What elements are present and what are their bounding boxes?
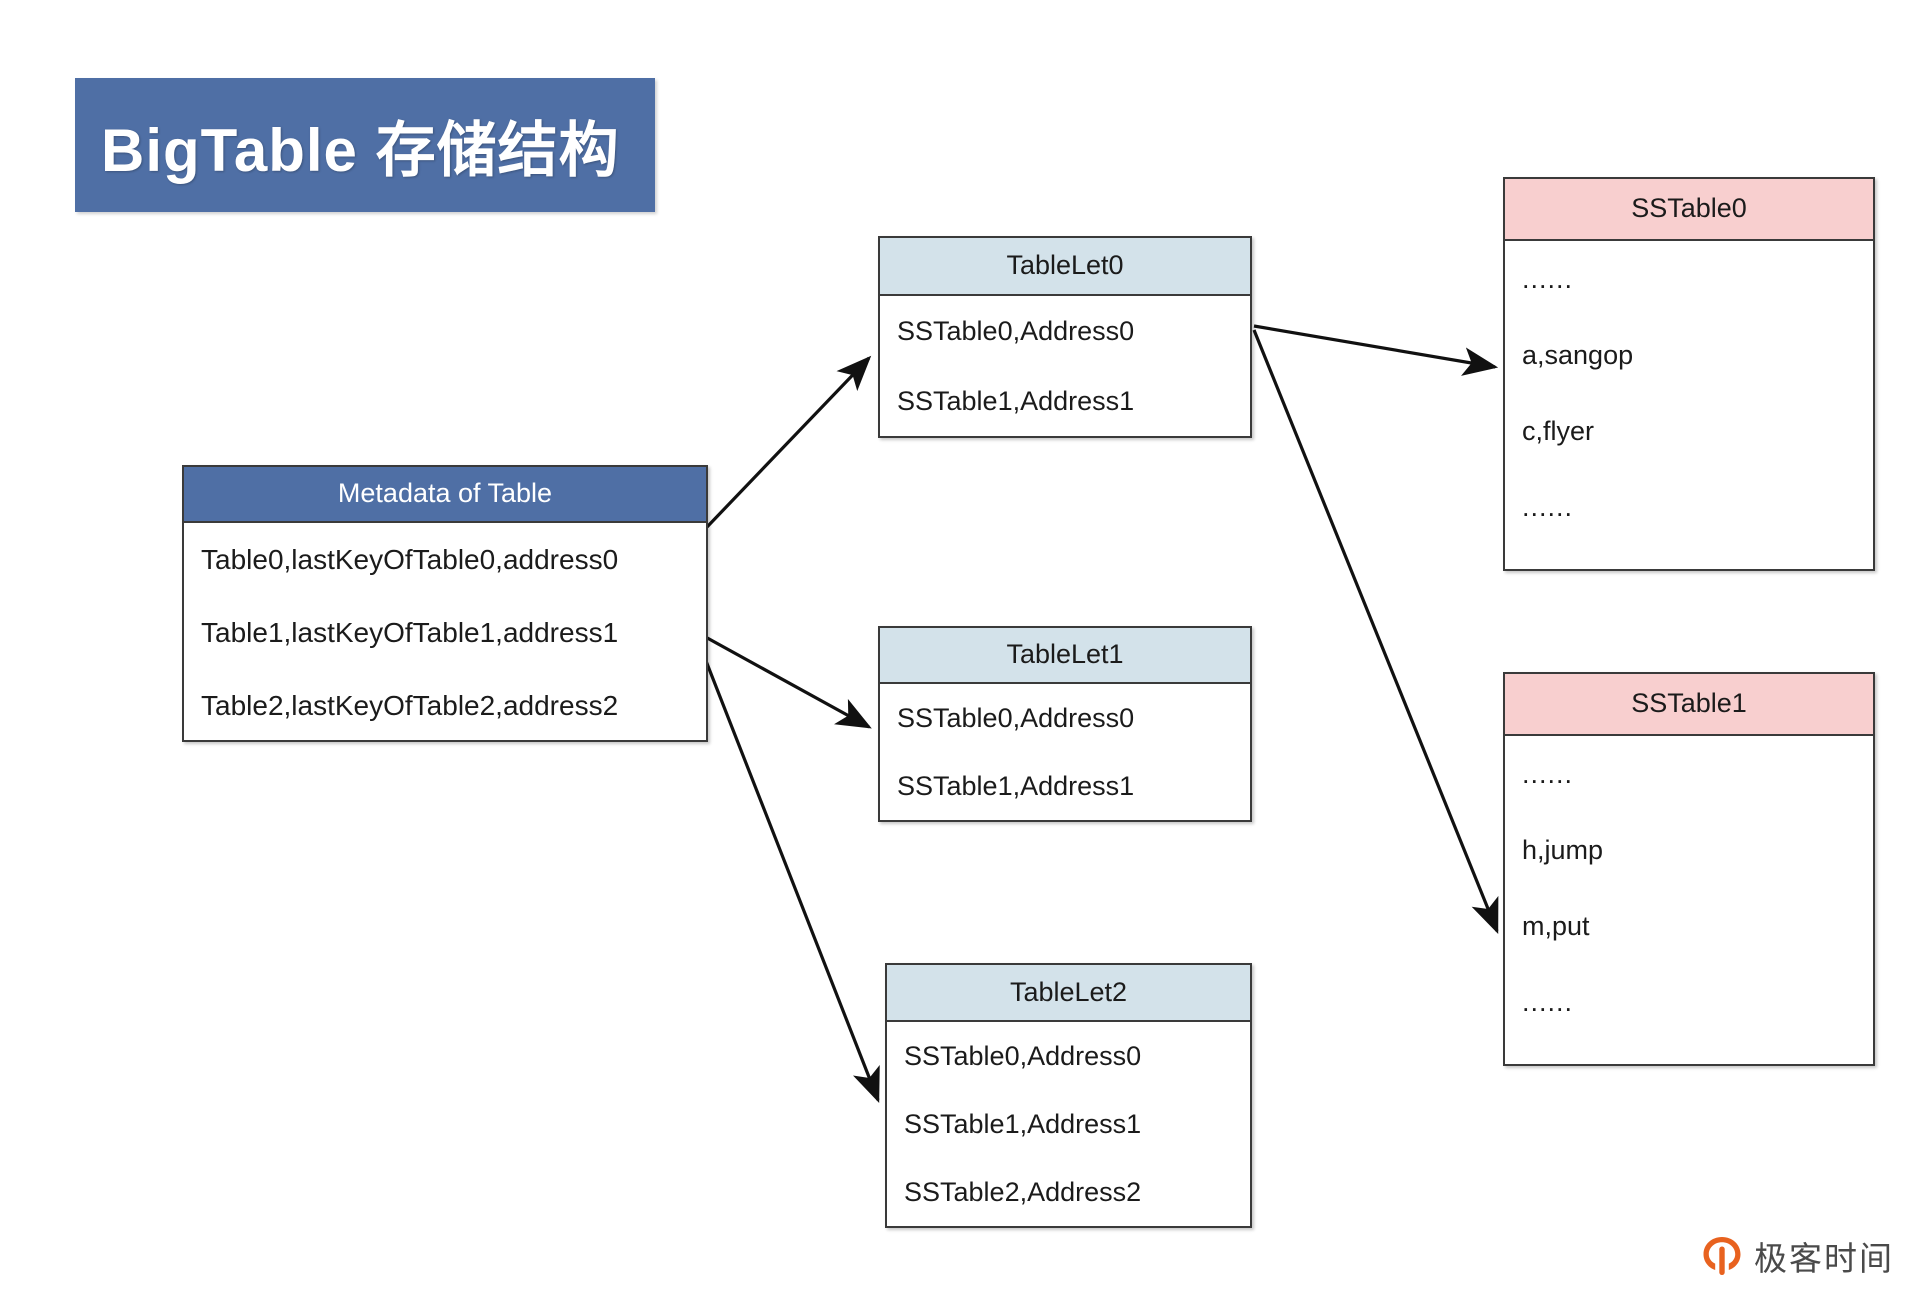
table-row: SSTable0,Address0 [897, 702, 1135, 733]
diagram-canvas: BigTable 存储结构 Metadata of Table Table0,l… [0, 0, 1920, 1299]
node-tablelet0[interactable]: TableLet0 SSTable0,Address0 SSTable1,Add… [878, 236, 1252, 438]
arrow-metadata-to-tablelet1 [699, 632, 872, 729]
node-tablelet2-header-label: TableLet2 [1009, 976, 1128, 1007]
table-row: ...... [1522, 491, 1574, 522]
table-row: SSTable1,Address1 [904, 1108, 1142, 1139]
arrow-metadata-to-tablelet0 [705, 355, 872, 529]
node-tablelet2-body: SSTable0,Address0 SSTable1,Address1 SSTa… [887, 1022, 1250, 1226]
node-metadata-of-table[interactable]: Metadata of Table Table0,lastKeyOfTable0… [182, 465, 708, 742]
node-metadata-body: Table0,lastKeyOfTable0,address0 Table1,l… [184, 523, 706, 742]
table-row: SSTable0,Address0 [904, 1040, 1142, 1071]
table-row: Table0,lastKeyOfTable0,address0 [201, 543, 619, 575]
table-row: SSTable1,Address1 [897, 770, 1135, 801]
node-tablelet0-header: TableLet0 [880, 238, 1250, 296]
node-metadata-header: Metadata of Table [184, 467, 706, 523]
node-sstable0-header-label: SSTable0 [1631, 193, 1747, 224]
geektime-logo-label: 极客时间 [1754, 1240, 1894, 1277]
geektime-watermark: 极客时间 [1700, 1232, 1894, 1280]
title-banner: BigTable 存储结构 [75, 78, 655, 212]
node-sstable1-body: ...... h,jump m,put ...... [1505, 736, 1873, 1040]
node-tablelet1-header: TableLet1 [880, 628, 1250, 684]
node-tablelet1-header-label: TableLet1 [1006, 639, 1124, 670]
arrow-tablelet0-to-sstable1 [1252, 329, 1499, 934]
table-row: h,jump [1522, 834, 1604, 865]
table-row: ...... [1522, 986, 1574, 1017]
node-tablelet1[interactable]: TableLet1 SSTable0,Address0 SSTable1,Add… [878, 626, 1252, 822]
node-tablelet0-header-label: TableLet0 [1006, 250, 1124, 281]
node-tablelet0-body: SSTable0,Address0 SSTable1,Address1 [880, 296, 1250, 436]
table-row: ...... [1522, 758, 1574, 789]
node-sstable0[interactable]: SSTable0 ...... a,sangop c,flyer ...... [1503, 177, 1875, 571]
table-row: c,flyer [1522, 415, 1595, 446]
table-row: SSTable1,Address1 [897, 385, 1135, 416]
table-row: Table1,lastKeyOfTable1,address1 [201, 616, 619, 648]
geektime-logo-icon [1703, 1237, 1741, 1275]
page-title: BigTable 存储结构 [101, 116, 620, 184]
node-sstable1-header-label: SSTable1 [1631, 688, 1747, 719]
node-sstable1[interactable]: SSTable1 ...... h,jump m,put ...... [1503, 672, 1875, 1066]
node-tablelet2-header: TableLet2 [887, 965, 1250, 1022]
table-row: SSTable0,Address0 [897, 315, 1135, 346]
node-tablelet2[interactable]: TableLet2 SSTable0,Address0 SSTable1,Add… [885, 963, 1252, 1228]
node-metadata-header-label: Metadata of Table [337, 478, 553, 509]
table-row: a,sangop [1522, 339, 1634, 370]
table-row: SSTable2,Address2 [904, 1176, 1142, 1207]
node-sstable1-header: SSTable1 [1505, 674, 1873, 736]
node-sstable0-header: SSTable0 [1505, 179, 1873, 241]
arrow-tablelet0-to-sstable0 [1253, 324, 1499, 376]
table-row: ...... [1522, 263, 1574, 294]
node-tablelet1-body: SSTable0,Address0 SSTable1,Address1 [880, 684, 1250, 820]
table-row: m,put [1522, 910, 1590, 941]
node-sstable0-body: ...... a,sangop c,flyer ...... [1505, 241, 1873, 545]
table-row: Table2,lastKeyOfTable2,address2 [201, 689, 619, 721]
arrow-metadata-to-tablelet2 [695, 637, 880, 1103]
